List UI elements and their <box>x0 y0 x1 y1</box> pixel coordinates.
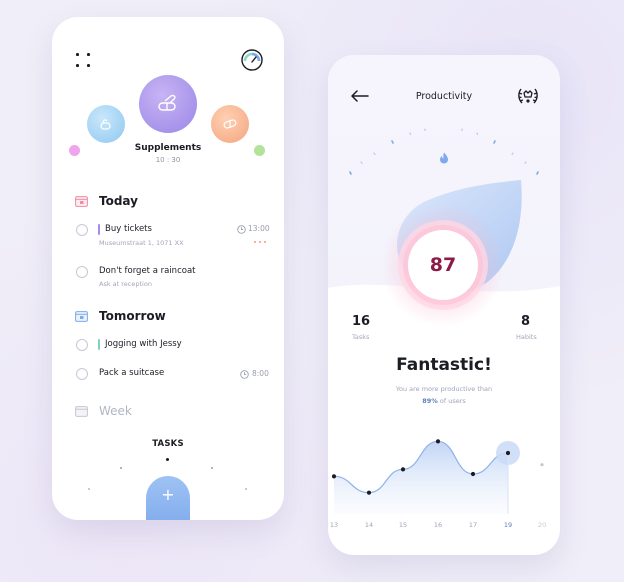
nav-dot-active <box>166 458 169 461</box>
section-week[interactable]: Week <box>99 404 132 418</box>
chart-point[interactable] <box>470 471 476 477</box>
supplement-time: 10 : 30 <box>155 156 181 164</box>
task-color-bar <box>98 224 100 235</box>
chart-point[interactable] <box>331 474 337 479</box>
speedometer-icon[interactable] <box>240 48 264 72</box>
task-subtitle: Ask at reception <box>99 280 152 288</box>
nav-dot <box>211 467 214 470</box>
habits-count: 8 <box>521 314 531 329</box>
capsules-icon <box>158 94 176 111</box>
capsule-icon <box>223 119 237 129</box>
chart-point[interactable] <box>400 467 406 472</box>
percentile-value: 89% <box>422 397 438 405</box>
chart-point-future <box>540 463 544 467</box>
chart-x-tick-label: 14 <box>365 521 373 529</box>
task-checkbox[interactable] <box>76 339 88 351</box>
percentile-suffix: of users <box>437 397 466 405</box>
plus-icon: + <box>161 485 175 504</box>
tasks-tab-label[interactable]: TASKS <box>138 439 198 449</box>
chart-x-tick-label: 15 <box>399 521 407 529</box>
section-tomorrow[interactable]: Tomorrow <box>99 309 166 323</box>
priority-dots <box>254 241 268 244</box>
tasks-count: 16 <box>352 314 371 329</box>
supplement-dot-pink[interactable] <box>69 145 80 156</box>
calendar-icon-tomorrow <box>75 311 88 322</box>
task-subtitle: Museumstraat 1, 1071 XX <box>99 239 184 247</box>
task-checkbox[interactable] <box>76 266 88 278</box>
supplement-bubble-right[interactable] <box>211 105 249 143</box>
supplement-dot-green[interactable] <box>254 145 265 156</box>
task-checkbox[interactable] <box>76 368 88 380</box>
supplement-bubble-main[interactable] <box>139 75 197 133</box>
productivity-line-chart[interactable]: 13 14 15 16 17 19 20 <box>328 420 560 535</box>
chart-point[interactable] <box>366 490 372 495</box>
tasks-label: Tasks <box>352 333 370 341</box>
score-value: 87 <box>429 254 457 276</box>
chart-point[interactable] <box>435 439 441 444</box>
task-title[interactable]: Jogging with Jessy <box>105 339 182 349</box>
task-title[interactable]: Buy tickets <box>105 224 152 234</box>
chart-x-tick-label: 19 <box>504 521 512 529</box>
habits-label: Habits <box>516 333 537 341</box>
chart-area <box>334 441 508 514</box>
menu-icon[interactable] <box>76 53 92 69</box>
chart-x-tick-label: 17 <box>469 521 477 529</box>
productivity-screen: Productivity 87 16 Tasks 8 Habits Fantas… <box>328 55 560 555</box>
chart-point[interactable] <box>505 450 511 456</box>
headline: Fantastic! <box>396 355 492 375</box>
clock-icon <box>240 370 249 379</box>
task-time: 8:00 <box>252 369 269 378</box>
task-checkbox[interactable] <box>76 224 88 236</box>
task-time: 13:00 <box>248 224 270 233</box>
nav-dot <box>245 488 247 490</box>
supplement-bubble-left[interactable] <box>87 105 125 143</box>
clock-icon <box>237 225 246 234</box>
flame-icon <box>440 152 448 164</box>
summary-line-1: You are more productive than <box>395 385 493 393</box>
section-today[interactable]: Today <box>99 194 138 208</box>
tasks-screen: Supplements 10 : 30 Today Buy tickets Mu… <box>52 17 284 520</box>
task-title[interactable]: Don't forget a raincoat <box>99 266 195 276</box>
supplement-title: Supplements <box>134 143 202 153</box>
chart-x-tick-label: 20 <box>538 521 546 529</box>
productivity-score: 87 <box>408 230 478 300</box>
calendar-icon-week <box>75 406 88 417</box>
task-color-bar <box>98 339 100 350</box>
task-title[interactable]: Pack a suitcase <box>99 368 164 378</box>
add-task-button[interactable]: + <box>146 476 190 520</box>
chart-x-tick-label: 16 <box>434 521 442 529</box>
laurel-badge-icon[interactable] <box>516 85 540 107</box>
summary-line-2: 89% of users <box>348 397 540 405</box>
chart-x-tick-label: 13 <box>330 521 338 529</box>
calendar-icon-today <box>75 196 88 207</box>
pill-icon <box>100 119 111 130</box>
back-arrow-icon[interactable] <box>350 89 370 103</box>
nav-dot <box>120 467 123 470</box>
page-title: Productivity <box>415 91 473 102</box>
nav-dot <box>88 488 90 490</box>
